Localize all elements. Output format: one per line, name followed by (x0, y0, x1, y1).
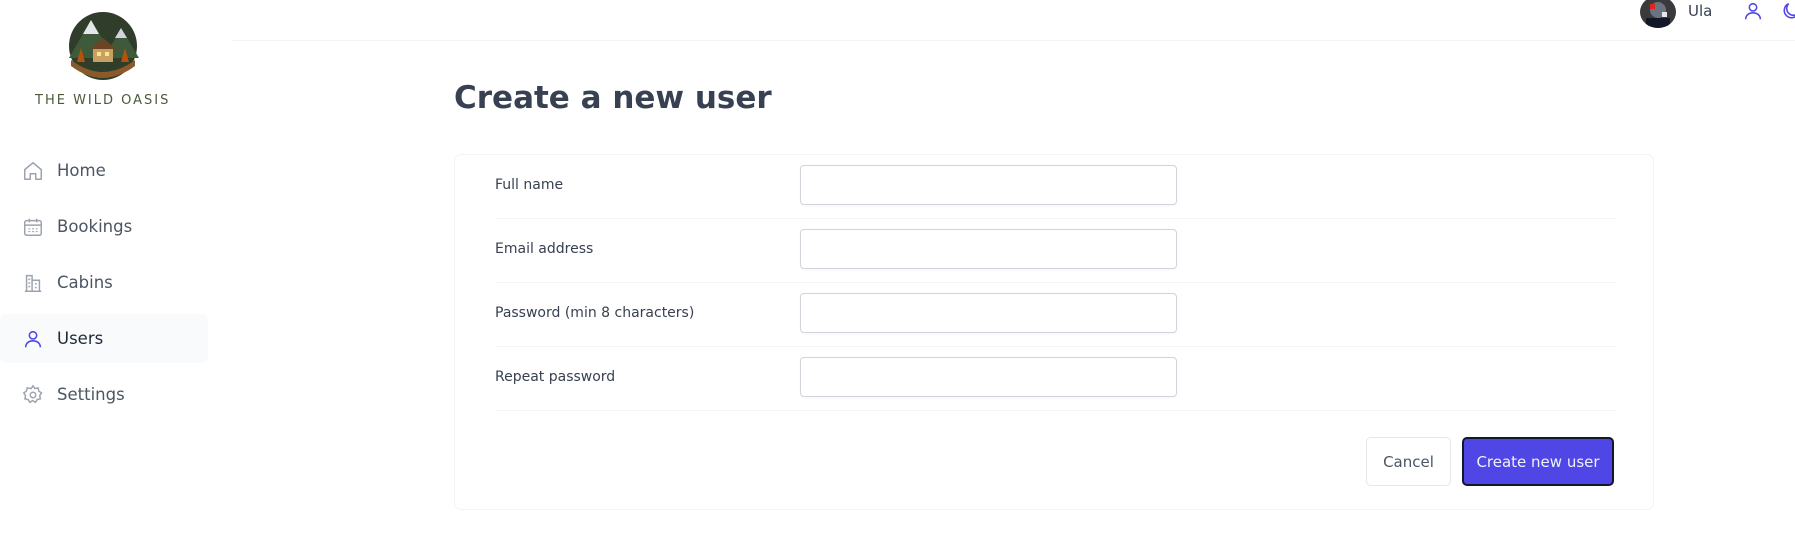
logo (57, 10, 149, 80)
form-row-email: Email address (495, 219, 1615, 283)
form-row-full-name: Full name (495, 155, 1615, 219)
create-user-form: Full name Email address Password (min 8 … (454, 154, 1654, 510)
email-input[interactable] (800, 229, 1177, 269)
sidebar-item-label: Home (57, 161, 106, 180)
create-user-button[interactable]: Create new user (1462, 437, 1614, 486)
top-header (232, 0, 1795, 41)
password-input[interactable] (800, 293, 1177, 333)
password-label: Password (min 8 characters) (495, 305, 695, 321)
user-icon (22, 328, 44, 350)
sidebar-item-label: Bookings (57, 217, 133, 236)
sidebar-item-label: Cabins (57, 273, 113, 292)
main-nav: Home Bookings Cabins Users Settings (0, 146, 208, 426)
sidebar-item-bookings[interactable]: Bookings (0, 202, 208, 251)
sidebar-item-label: Users (57, 329, 104, 348)
calendar-icon (22, 216, 44, 238)
sidebar-item-cabins[interactable]: Cabins (0, 258, 208, 307)
cancel-button[interactable]: Cancel (1366, 437, 1451, 486)
sidebar-item-home[interactable]: Home (0, 146, 208, 195)
form-row-password: Password (min 8 characters) (495, 283, 1615, 347)
building-icon (22, 272, 44, 294)
form-row-repeat-password: Repeat password (495, 347, 1615, 411)
home-icon (22, 160, 44, 182)
email-label: Email address (495, 241, 594, 257)
full-name-input[interactable] (800, 165, 1177, 205)
sidebar-item-users[interactable]: Users (0, 314, 208, 363)
full-name-label: Full name (495, 177, 564, 193)
sidebar: THE WILD OASIS Home Bookings Cabins User… (0, 0, 230, 554)
gear-icon (22, 384, 44, 406)
brand-name: THE WILD OASIS (35, 93, 171, 108)
sidebar-item-settings[interactable]: Settings (0, 370, 208, 419)
repeat-password-input[interactable] (800, 357, 1177, 397)
page-title: Create a new user (454, 80, 772, 116)
repeat-password-label: Repeat password (495, 369, 616, 385)
sidebar-item-label: Settings (57, 385, 125, 404)
account-icon[interactable] (1742, 0, 1764, 22)
username: Ula (1688, 2, 1713, 20)
dark-mode-icon[interactable] (1780, 0, 1795, 22)
